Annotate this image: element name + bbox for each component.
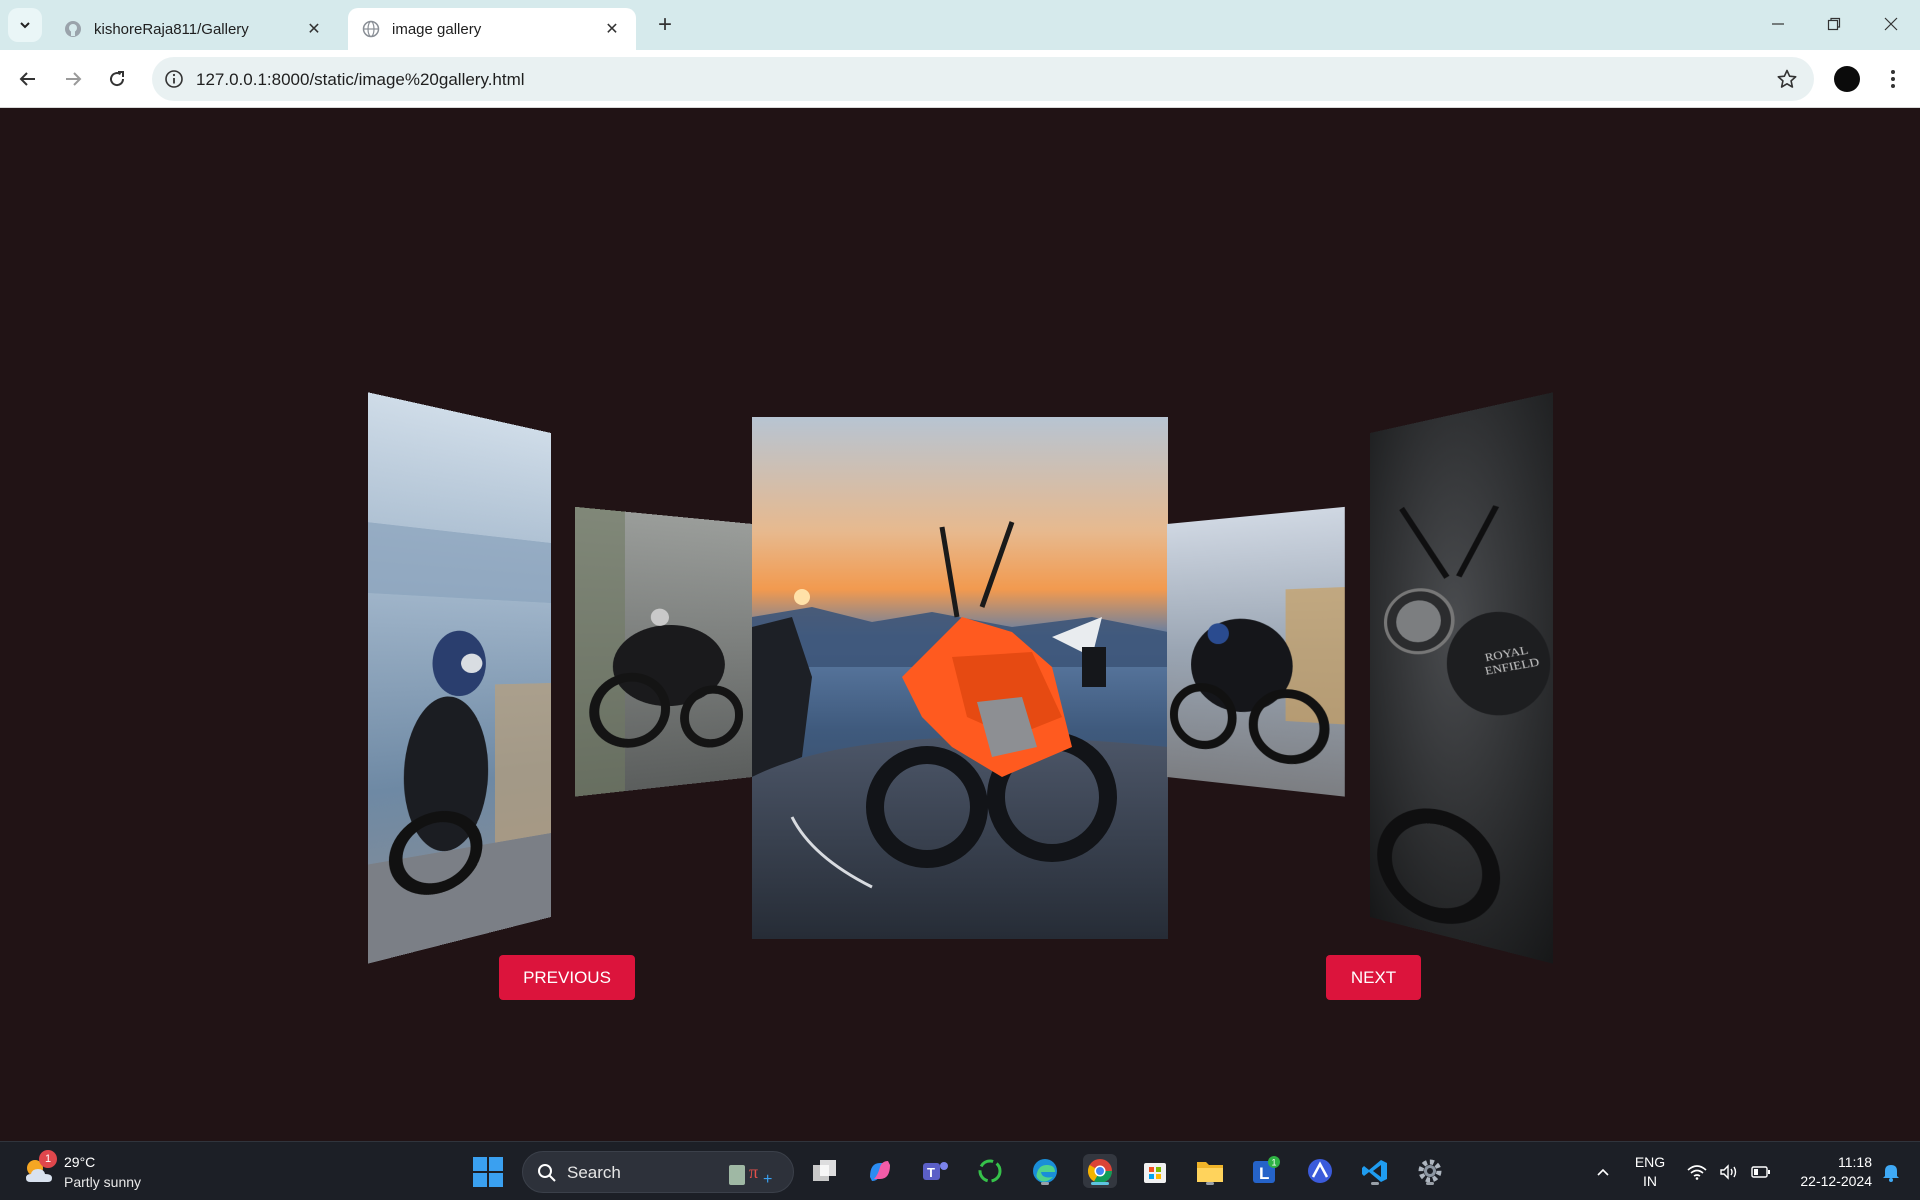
language-region: IN bbox=[1643, 1172, 1657, 1189]
profile-avatar[interactable] bbox=[1834, 66, 1860, 92]
site-info-icon[interactable] bbox=[164, 69, 184, 89]
chrome-icon[interactable] bbox=[1083, 1154, 1117, 1188]
file-explorer-icon[interactable] bbox=[1193, 1154, 1227, 1188]
motorcycle-cityscape-image bbox=[367, 392, 551, 964]
browser-menu-icon[interactable] bbox=[1880, 66, 1906, 92]
volume-icon bbox=[1720, 1163, 1737, 1180]
gallery-image-near-left[interactable] bbox=[575, 506, 753, 797]
chevron-down-icon bbox=[20, 22, 30, 29]
chevron-up-icon bbox=[1597, 1168, 1609, 1176]
motorcycle-road-image bbox=[575, 506, 753, 797]
language-code: ENG bbox=[1634, 1153, 1666, 1170]
next-button[interactable]: NEXT bbox=[1326, 955, 1421, 1000]
svg-text:+: + bbox=[763, 1171, 772, 1186]
show-hidden-icons-button[interactable] bbox=[1590, 1142, 1616, 1200]
language-indicator[interactable]: ENG IN bbox=[1628, 1142, 1672, 1200]
svg-text:L: L bbox=[1259, 1164, 1269, 1183]
previous-button[interactable]: PREVIOUS bbox=[499, 955, 635, 1000]
weather-condition: Partly sunny bbox=[64, 1174, 142, 1190]
taskbar-search[interactable]: Search π + bbox=[522, 1151, 794, 1193]
close-icon[interactable]: ✕ bbox=[602, 19, 622, 39]
launcher-badge: 1 bbox=[1272, 1158, 1277, 1168]
clock-time: 11:18 bbox=[1838, 1153, 1872, 1170]
reload-button[interactable] bbox=[101, 63, 133, 95]
restore-icon bbox=[1827, 17, 1841, 31]
orange-motorcycle-sunset-image bbox=[752, 417, 1168, 939]
motorcycle-town-image bbox=[1167, 506, 1345, 797]
tab-title: kishoreRaja811/Gallery bbox=[94, 20, 249, 38]
arrow-right-icon bbox=[66, 72, 82, 86]
teams-icon[interactable]: T bbox=[918, 1154, 952, 1188]
gallery-carousel: ROYAL ENFIELD PREVIOUS NEXT bbox=[0, 109, 1920, 1141]
gallery-page: ROYAL ENFIELD PREVIOUS NEXT bbox=[0, 109, 1920, 1141]
black-motorcycle-image: ROYAL ENFIELD bbox=[1370, 392, 1554, 964]
copilot-icon[interactable] bbox=[863, 1154, 897, 1188]
bookmark-star-icon[interactable] bbox=[1776, 68, 1798, 90]
sync-icon[interactable] bbox=[973, 1154, 1007, 1188]
gallery-image-near-right[interactable] bbox=[1167, 506, 1345, 797]
notifications-button[interactable] bbox=[1876, 1142, 1906, 1200]
close-window-button[interactable] bbox=[1862, 0, 1920, 48]
new-tab-button[interactable]: + bbox=[650, 10, 680, 40]
globe-icon bbox=[362, 20, 380, 38]
close-icon bbox=[1884, 17, 1898, 31]
system-tray[interactable] bbox=[1684, 1142, 1774, 1200]
taskbar: 1 29°C Partly sunny Search π + T L1 ENG … bbox=[0, 1141, 1920, 1200]
store-icon[interactable] bbox=[1138, 1154, 1172, 1188]
weather-badge: 1 bbox=[39, 1150, 57, 1168]
gallery-image-center[interactable] bbox=[752, 417, 1168, 939]
close-icon[interactable]: ✕ bbox=[304, 19, 324, 39]
tab-image-gallery[interactable]: image gallery ✕ bbox=[348, 8, 636, 50]
minimize-icon bbox=[1772, 23, 1784, 25]
wifi-icon bbox=[1687, 1164, 1707, 1180]
arc-icon[interactable] bbox=[1303, 1154, 1337, 1188]
back-button[interactable] bbox=[12, 63, 44, 95]
search-label: Search bbox=[567, 1163, 621, 1182]
browser-toolbar: 127.0.0.1:8000/static/image%20gallery.ht… bbox=[0, 50, 1920, 108]
vscode-icon[interactable] bbox=[1358, 1154, 1392, 1188]
clock[interactable]: 11:18 22-12-2024 bbox=[1782, 1142, 1872, 1200]
tab-search-button[interactable] bbox=[8, 8, 42, 42]
weather-widget[interactable]: 1 29°C Partly sunny bbox=[22, 1150, 162, 1194]
address-bar[interactable]: 127.0.0.1:8000/static/image%20gallery.ht… bbox=[152, 57, 1814, 101]
calculator-icon: π + bbox=[729, 1162, 772, 1186]
battery-icon bbox=[1751, 1165, 1770, 1178]
url-text[interactable]: 127.0.0.1:8000/static/image%20gallery.ht… bbox=[196, 70, 525, 90]
weather-temperature: 29°C bbox=[64, 1154, 96, 1170]
arrow-left-icon bbox=[19, 72, 35, 86]
windows-start-icon[interactable] bbox=[472, 1156, 504, 1188]
forward-button[interactable] bbox=[57, 63, 89, 95]
gallery-image-far-left[interactable] bbox=[367, 392, 551, 964]
restore-button[interactable] bbox=[1805, 0, 1863, 48]
edge-icon[interactable] bbox=[1028, 1154, 1062, 1188]
gallery-image-far-right[interactable]: ROYAL ENFIELD bbox=[1370, 392, 1554, 964]
svg-text:π: π bbox=[749, 1162, 758, 1182]
tab-github[interactable]: kishoreRaja811/Gallery ✕ bbox=[50, 8, 338, 50]
search-icon bbox=[538, 1164, 556, 1182]
launcher-icon[interactable]: L1 bbox=[1248, 1154, 1282, 1188]
bell-icon bbox=[1883, 1164, 1899, 1182]
clock-date: 22-12-2024 bbox=[1800, 1172, 1872, 1189]
svg-text:T: T bbox=[927, 1165, 935, 1180]
task-view-icon[interactable] bbox=[808, 1154, 842, 1188]
settings-icon[interactable] bbox=[1413, 1154, 1447, 1188]
minimize-button[interactable] bbox=[1749, 0, 1807, 48]
tab-title: image gallery bbox=[392, 20, 482, 38]
reload-icon bbox=[110, 71, 125, 87]
github-icon bbox=[65, 21, 81, 37]
tab-strip: kishoreRaja811/Gallery ✕ image gallery ✕… bbox=[0, 0, 1920, 50]
